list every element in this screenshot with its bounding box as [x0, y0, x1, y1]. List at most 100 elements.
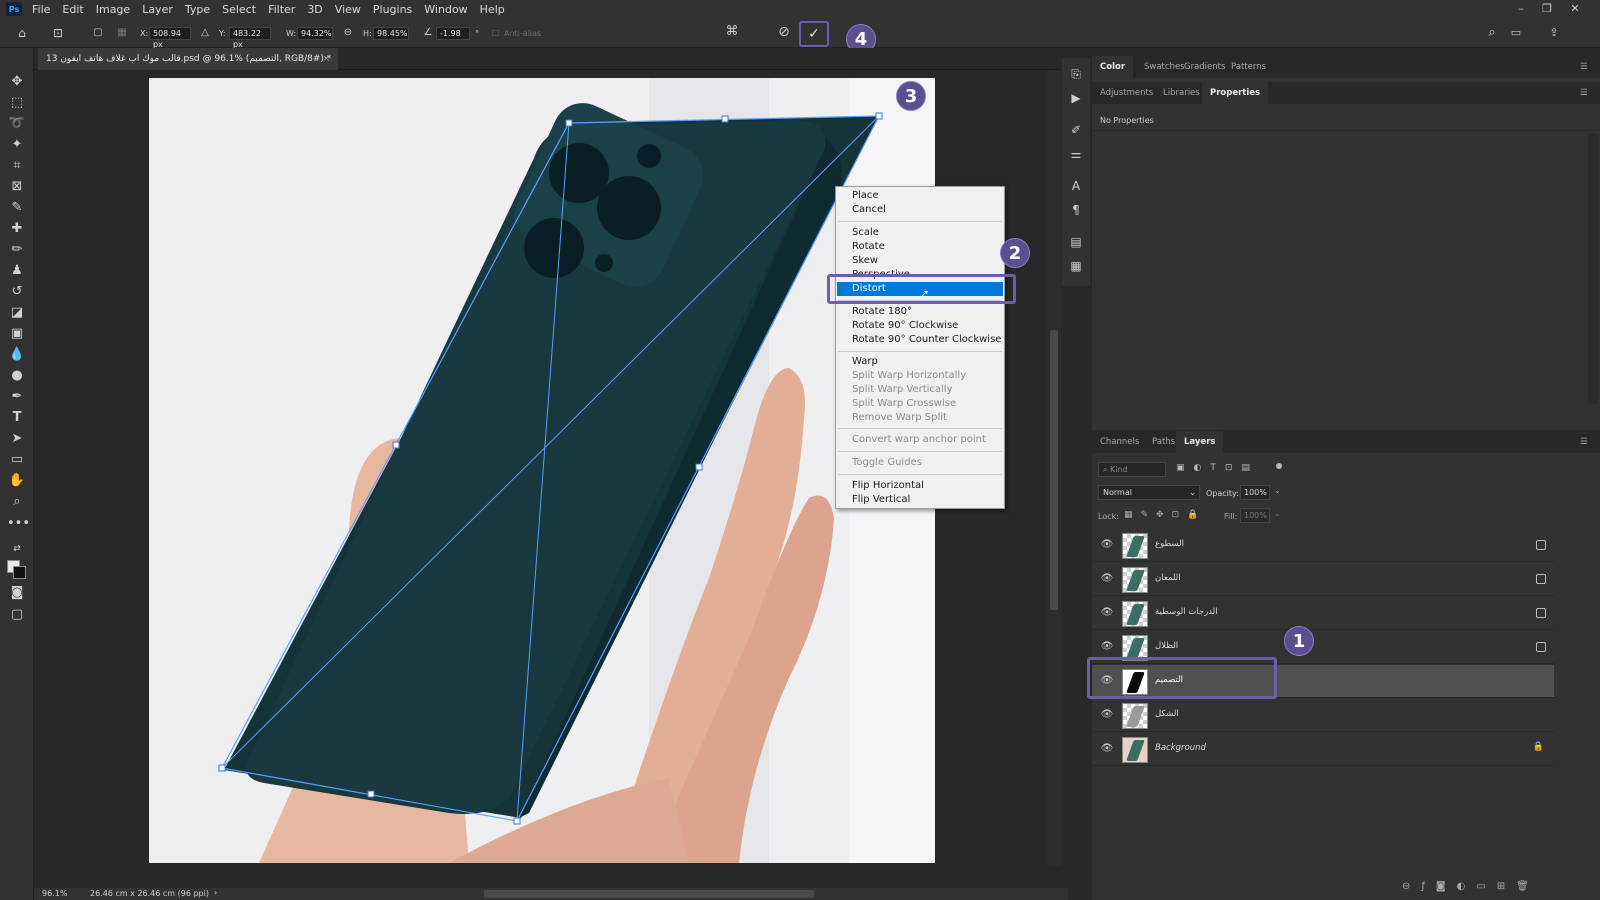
document-tab[interactable]: قالب موك اب غلاف هاتف ايفون 13.psd @ 96.…	[38, 48, 338, 70]
menu-file[interactable]: File	[26, 3, 56, 16]
stamp-tool-icon[interactable]: ♟	[7, 261, 27, 281]
hand-tool-icon[interactable]: ✋	[7, 471, 27, 491]
transform-mode-icon[interactable]: ⊡	[50, 25, 66, 41]
close-window-icon[interactable]: ✕	[1564, 0, 1586, 18]
layer-row[interactable]: 👁 اللمعان	[1092, 563, 1554, 596]
home-icon[interactable]: ⌂	[14, 25, 30, 41]
type-tool-icon[interactable]: T	[7, 408, 27, 428]
history-brush-icon[interactable]: ↺	[7, 282, 27, 302]
filter-type-icons[interactable]: ▣◐T⊡▤	[1176, 463, 1259, 473]
zoom-level[interactable]: 96.1%	[42, 889, 67, 898]
menu-view[interactable]: View	[329, 3, 367, 16]
tab-channels[interactable]: Channels	[1092, 431, 1147, 453]
brush-tool-icon[interactable]: ✏	[7, 240, 27, 260]
blur-tool-icon[interactable]: 💧	[7, 345, 27, 365]
menu-item-warp[interactable]: Warp	[837, 355, 1003, 369]
share-icon[interactable]: ⇪	[1546, 25, 1562, 41]
menu-item-rotate-90-ccw[interactable]: Rotate 90° Counter Clockwise	[837, 333, 1003, 347]
eraser-tool-icon[interactable]: ◪	[7, 303, 27, 323]
commit-transform-icon[interactable]: ✓	[799, 21, 829, 47]
path-selection-icon[interactable]: ➤	[7, 429, 27, 449]
reference-grid-icon[interactable]: ▦	[114, 25, 130, 41]
fill-field[interactable]: 100%	[1240, 508, 1270, 523]
status-arrow-icon[interactable]: ›	[214, 888, 217, 897]
menu-filter[interactable]: Filter	[262, 3, 301, 16]
tab-libraries[interactable]: Libraries	[1155, 82, 1208, 104]
delta-icon[interactable]: △	[197, 25, 213, 41]
visibility-eye-icon[interactable]: 👁	[1100, 572, 1114, 586]
link-icon[interactable]: ⊖	[340, 25, 356, 41]
panel-menu-icon[interactable]: ☰	[1572, 56, 1596, 78]
gradient-tool-icon[interactable]: ▣	[7, 324, 27, 344]
eyedropper-icon[interactable]: ✎	[7, 198, 27, 218]
filter-toggle-icon[interactable]	[1276, 463, 1282, 469]
properties-scrollbar[interactable]	[1588, 134, 1598, 404]
visibility-eye-icon[interactable]: 👁	[1100, 640, 1114, 654]
lock-icons[interactable]: ▦✎✥⊡🔒	[1124, 510, 1206, 520]
panel-menu-icon[interactable]: ☰	[1572, 82, 1596, 104]
menu-item-rotate-180[interactable]: Rotate 180°	[837, 305, 1003, 319]
vertical-scroll-thumb[interactable]	[1050, 330, 1058, 610]
x-field[interactable]: 508.94 px	[149, 27, 191, 49]
menu-edit[interactable]: Edit	[56, 3, 89, 16]
menu-plugins[interactable]: Plugins	[367, 3, 418, 16]
menu-item-place[interactable]: Place	[837, 189, 1003, 203]
menu-layer[interactable]: Layer	[136, 3, 179, 16]
tab-adjustments[interactable]: Adjustments	[1092, 82, 1161, 104]
warp-mode-icon[interactable]: ⌘	[724, 24, 740, 40]
workspace-icon[interactable]: ▭	[1508, 25, 1524, 41]
screen-mode-icon[interactable]: ▢	[7, 605, 27, 625]
menu-select[interactable]: Select	[216, 3, 262, 16]
horizontal-scroll-thumb[interactable]	[484, 890, 814, 898]
layer-row[interactable]: 👁 السطوع	[1092, 529, 1554, 562]
visibility-eye-icon[interactable]: 👁	[1100, 742, 1114, 756]
height-field[interactable]: 98.45%	[373, 27, 409, 40]
vertical-scrollbar[interactable]	[1047, 70, 1061, 866]
tab-properties[interactable]: Properties	[1202, 82, 1269, 104]
rectangle-tool-icon[interactable]: ▭	[7, 450, 27, 470]
visibility-eye-icon[interactable]: 👁	[1100, 708, 1114, 722]
blend-mode-select[interactable]: Normal ⌄	[1098, 485, 1200, 500]
minimize-icon[interactable]: –	[1510, 0, 1532, 18]
lasso-tool-icon[interactable]: ➰	[7, 114, 27, 134]
menu-item-rotate[interactable]: Rotate	[837, 240, 1003, 254]
character-panel-icon[interactable]: A	[1068, 178, 1084, 194]
move-tool-icon[interactable]: ✥	[7, 72, 27, 92]
menu-item-flip-horizontal[interactable]: Flip Horizontal	[837, 479, 1003, 493]
actions-play-icon[interactable]: ▶	[1068, 90, 1084, 106]
swap-colors-icon[interactable]: ⇄	[7, 539, 27, 559]
menu-3d[interactable]: 3D	[301, 3, 328, 16]
menu-image[interactable]: Image	[90, 3, 136, 16]
tab-color[interactable]: Color	[1092, 56, 1134, 78]
visibility-eye-icon[interactable]: 👁	[1100, 538, 1114, 552]
crop-tool-icon[interactable]: ⌗	[7, 156, 27, 176]
paragraph-panel-icon[interactable]: ¶	[1068, 202, 1084, 218]
notes-panel-icon[interactable]: ▦	[1068, 258, 1084, 274]
magic-wand-icon[interactable]: ✦	[7, 135, 27, 155]
restore-icon[interactable]: ❐	[1536, 0, 1558, 18]
fill-dropdown-icon[interactable]: ⌄	[1274, 509, 1281, 518]
menu-item-scale[interactable]: Scale	[837, 226, 1003, 240]
document-info[interactable]: 26.46 cm x 26.46 cm (96 ppi)	[90, 889, 209, 898]
more-tools-icon[interactable]: •••	[7, 514, 30, 534]
frame-tool-icon[interactable]: ⊠	[7, 177, 27, 197]
y-field[interactable]: 483.22 px	[229, 27, 271, 49]
antialias-checkbox[interactable]: ☐	[492, 29, 499, 38]
search-icon[interactable]: ⌕	[1484, 25, 1500, 41]
opacity-dropdown-icon[interactable]: ⌄	[1274, 486, 1281, 495]
tab-patterns[interactable]: Patterns	[1223, 56, 1274, 78]
background-color-swatch[interactable]	[13, 566, 26, 579]
layer-actions-icons[interactable]: ⊖ƒ◙◐▭⊞🗑	[1402, 881, 1540, 892]
quick-mask-icon[interactable]: ◙	[7, 583, 27, 603]
menu-item-rotate-90-cw[interactable]: Rotate 90° Clockwise	[837, 319, 1003, 333]
width-field[interactable]: 94.32%	[297, 27, 333, 40]
brush-settings-icon[interactable]: ✐	[1068, 122, 1084, 138]
layer-comps-icon[interactable]: ▤	[1068, 234, 1084, 250]
layer-row[interactable]: 👁 Background 🔒	[1092, 733, 1554, 766]
layer-row[interactable]: 👁 الشكل	[1092, 699, 1554, 732]
layer-row[interactable]: 👁 الدرجات الوسطية	[1092, 597, 1554, 630]
history-panel-icon[interactable]: ⎘	[1068, 66, 1084, 82]
menu-help[interactable]: Help	[474, 3, 511, 16]
close-tab-icon[interactable]: ×	[322, 48, 330, 70]
marquee-tool-icon[interactable]: ⬚	[7, 93, 27, 113]
